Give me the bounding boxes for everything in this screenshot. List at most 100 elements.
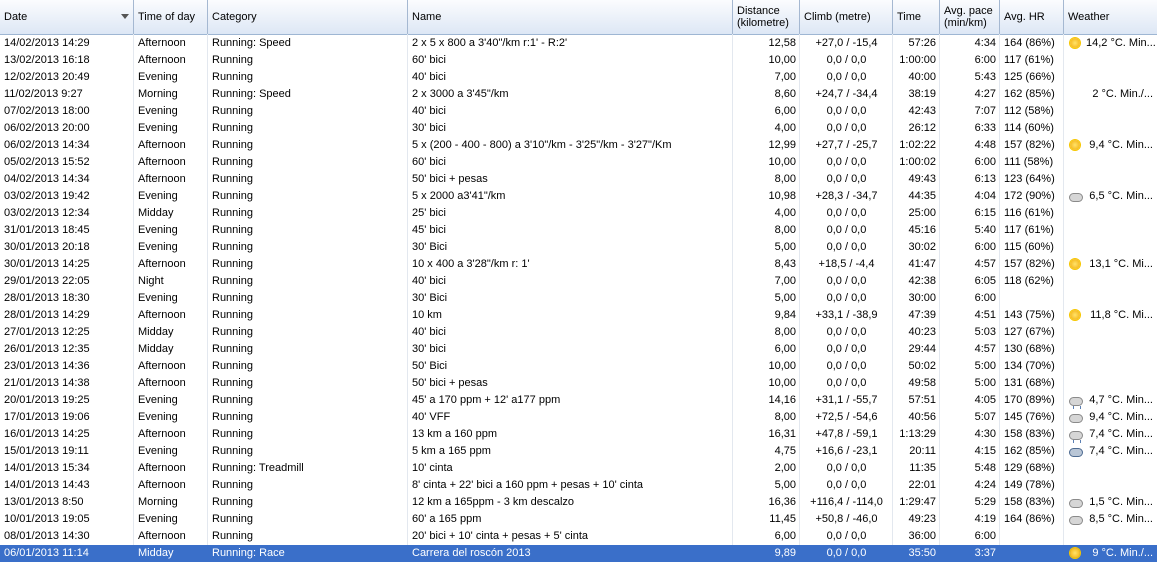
- pace-cell: 4:57: [974, 343, 996, 355]
- avg-hr-cell: 157 (82%): [1004, 139, 1055, 151]
- table-row[interactable]: 27/01/2013 12:25 Midday Running 40' bici 8,0…: [0, 324, 1157, 341]
- time-cell: 45:16: [908, 224, 936, 236]
- table-row[interactable]: 23/01/2013 14:36 Afternoon Running 50' Bici…: [0, 358, 1157, 375]
- sun-icon-shape: [1070, 38, 1080, 48]
- table-row[interactable]: 26/01/2013 12:35 Midday Running 30' bici 6,0…: [0, 341, 1157, 358]
- table-row[interactable]: 06/02/2013 14:34 Afternoon Running 5 x (200…: [0, 137, 1157, 154]
- table-row[interactable]: 14/02/2013 14:29 Afternoon Running: Speed 2…: [0, 35, 1157, 52]
- time-cell: 50:02: [908, 360, 936, 372]
- table-row[interactable]: 17/01/2013 19:06 Evening Running 40' VFF 8,0…: [0, 409, 1157, 426]
- column-header-distance[interactable]: Distance (kilometre): [733, 0, 800, 34]
- time-cell: 42:43: [908, 105, 936, 117]
- time-cell: 49:58: [908, 377, 936, 389]
- column-header-time-of-day[interactable]: Time of day: [134, 0, 208, 34]
- cloud-icon-shape: [1069, 499, 1083, 508]
- avg-hr-cell: 125 (66%): [1004, 71, 1055, 83]
- sort-descending-icon[interactable]: [121, 14, 129, 19]
- pace-cell: 4:27: [974, 88, 996, 100]
- table-row[interactable]: 12/02/2013 20:49 Evening Running 40' bici 7,…: [0, 69, 1157, 86]
- pace-cell: 4:30: [974, 428, 996, 440]
- cloud-icon: [1068, 190, 1083, 203]
- weather-cell: [1082, 205, 1157, 222]
- table-row[interactable]: 21/01/2013 14:38 Afternoon Running 50' bici…: [0, 375, 1157, 392]
- table-row[interactable]: 07/02/2013 18:00 Evening Running 40' bici 6,…: [0, 103, 1157, 120]
- distance-cell: 12,99: [768, 139, 796, 151]
- time-cell: 36:00: [908, 530, 936, 542]
- time-of-day-cell: Afternoon: [138, 139, 186, 151]
- table-row[interactable]: 20/01/2013 19:25 Evening Running 45' a 170 …: [0, 392, 1157, 409]
- table-row[interactable]: 03/02/2013 12:34 Midday Running 25' bici 4,0…: [0, 205, 1157, 222]
- category-cell: Running: [212, 530, 253, 542]
- column-header-category[interactable]: Category: [208, 0, 408, 34]
- sun-icon: [1068, 547, 1082, 560]
- pace-cell: 4:19: [974, 513, 996, 525]
- climb-cell: 0,0 / 0,0: [826, 360, 867, 372]
- table-row[interactable]: 13/01/2013 8:50 Morning Running 12 km a 165…: [0, 494, 1157, 511]
- time-cell: 1:00:00: [899, 54, 936, 66]
- distance-cell: 10,00: [768, 377, 796, 389]
- distance-cell: 9,89: [774, 547, 796, 559]
- table-row[interactable]: 30/01/2013 14:25 Afternoon Running 10 x 400…: [0, 256, 1157, 273]
- weather-cell: [1082, 154, 1157, 171]
- storm-icon: [1068, 445, 1083, 458]
- table-row[interactable]: 11/02/2013 9:27 Morning Running: Speed 2 x …: [0, 86, 1157, 103]
- table-row[interactable]: 29/01/2013 22:05 Night Running 40' bici 7,00…: [0, 273, 1157, 290]
- category-cell: Running: [212, 241, 253, 253]
- column-header-date[interactable]: Date: [0, 0, 134, 34]
- table-row[interactable]: 28/01/2013 18:30 Evening Running 30' Bici 5,…: [0, 290, 1157, 307]
- climb-cell: +116,4 / -114,0: [810, 496, 883, 508]
- column-header-climb[interactable]: Climb (metre): [800, 0, 893, 34]
- distance-cell: 10,00: [768, 156, 796, 168]
- avg-hr-cell: 111 (58%): [1004, 156, 1054, 168]
- column-header-name-label: Name: [412, 11, 442, 23]
- table-row[interactable]: 31/01/2013 18:45 Evening Running 45' bici 8,…: [0, 222, 1157, 239]
- table-row[interactable]: 14/01/2013 15:34 Afternoon Running: Treadm…: [0, 460, 1157, 477]
- table-row[interactable]: 14/01/2013 14:43 Afternoon Running 8' cinta…: [0, 477, 1157, 494]
- climb-cell: 0,0 / 0,0: [826, 241, 867, 253]
- distance-cell: 4,00: [774, 207, 796, 219]
- column-header-time[interactable]: Time: [893, 0, 940, 34]
- column-header-weather[interactable]: Weather: [1064, 0, 1157, 34]
- category-cell: Running: Treadmill: [212, 462, 304, 474]
- name-cell: 30' bici: [412, 122, 446, 134]
- table-row[interactable]: 06/01/2013 11:14 Midday Running: Race Carre…: [0, 545, 1157, 562]
- table-row[interactable]: 16/01/2013 14:25 Afternoon Running 13 km a …: [0, 426, 1157, 443]
- column-header-avg-hr[interactable]: Avg. HR: [1000, 0, 1064, 34]
- climb-cell: 0,0 / 0,0: [826, 156, 867, 168]
- time-of-day-cell: Evening: [138, 224, 178, 236]
- table-row[interactable]: 08/01/2013 14:30 Afternoon Running 20' bici…: [0, 528, 1157, 545]
- table-row[interactable]: 28/01/2013 14:29 Afternoon Running 10 km 9,8…: [0, 307, 1157, 324]
- avg-hr-cell: 116 (61%): [1004, 207, 1054, 219]
- table-row[interactable]: 10/01/2013 19:05 Evening Running 60' a 165 …: [0, 511, 1157, 528]
- date-cell: 06/02/2013 20:00: [4, 122, 90, 134]
- weather-cell: 7,4 °C. Min...: [1089, 428, 1153, 440]
- table-row[interactable]: 03/02/2013 19:42 Evening Running 5 x 2000 a…: [0, 188, 1157, 205]
- date-cell: 17/01/2013 19:06: [4, 411, 90, 423]
- climb-cell: 0,0 / 0,0: [826, 547, 867, 559]
- time-of-day-cell: Evening: [138, 445, 178, 457]
- column-header-avg-pace[interactable]: Avg. pace (min/km): [940, 0, 1000, 34]
- date-cell: 06/02/2013 14:34: [4, 139, 90, 151]
- time-cell: 1:29:47: [899, 496, 936, 508]
- climb-cell: +18,5 / -4,4: [818, 258, 875, 270]
- time-of-day-cell: Evening: [138, 513, 178, 525]
- weather-cell: 7,4 °C. Min...: [1089, 445, 1153, 457]
- distance-header-line1: Distance: [737, 5, 780, 17]
- time-of-day-cell: Evening: [138, 71, 178, 83]
- climb-cell: +72,5 / -54,6: [815, 411, 878, 423]
- table-row[interactable]: 06/02/2013 20:00 Evening Running 30' bici 4,…: [0, 120, 1157, 137]
- category-cell: Running: [212, 445, 253, 457]
- table-row[interactable]: 13/02/2013 16:18 Afternoon Running 60' bici…: [0, 52, 1157, 69]
- cloud-icon: [1068, 411, 1083, 424]
- time-cell: 1:02:22: [899, 139, 936, 151]
- table-row[interactable]: 04/02/2013 14:34 Afternoon Running 50' bici…: [0, 171, 1157, 188]
- name-cell: 60' a 165 ppm: [412, 513, 482, 525]
- table-row[interactable]: 30/01/2013 20:18 Evening Running 30' Bici 5,…: [0, 239, 1157, 256]
- weather-cell: 6,5 °C. Min...: [1089, 190, 1153, 202]
- weather-cell: 2 °C. Min./...: [1092, 88, 1153, 100]
- pace-cell: 6:00: [974, 156, 996, 168]
- table-row[interactable]: 05/02/2013 15:52 Afternoon Running 60' bici…: [0, 154, 1157, 171]
- column-header-name[interactable]: Name: [408, 0, 733, 34]
- table-row[interactable]: 15/01/2013 19:11 Evening Running 5 km a 165…: [0, 443, 1157, 460]
- column-header-time-of-day-label: Time of day: [138, 11, 196, 23]
